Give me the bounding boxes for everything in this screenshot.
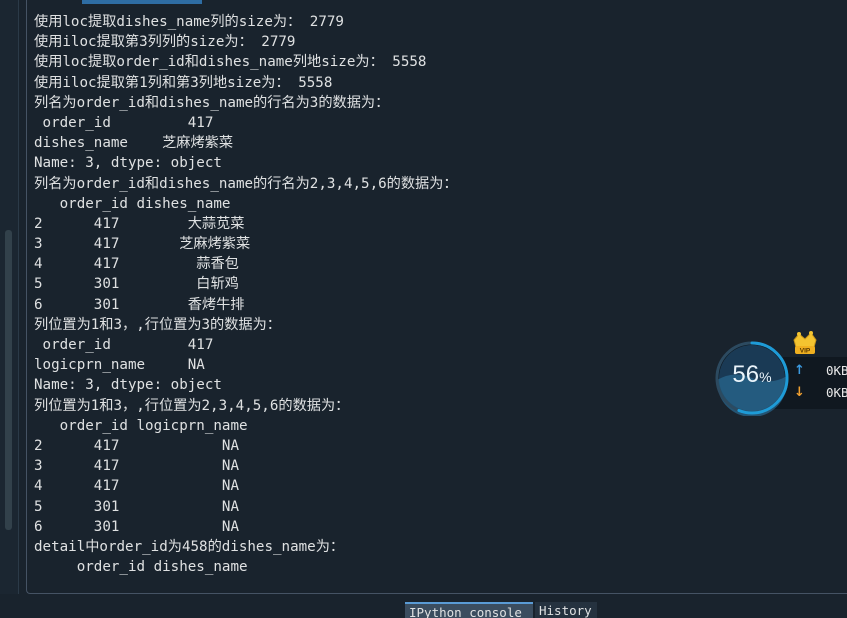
download-speed-row: ↓ 0KB/s	[794, 385, 847, 403]
gauge-percent-value: 56	[732, 361, 760, 388]
console-line: 5 301 NA	[34, 498, 239, 515]
console-line: detail中order_id为458的dishes_name为：	[34, 538, 345, 555]
left-pane-edge	[0, 0, 19, 618]
console-line: 使用iloc提取第1列和第3列地size为： 5558	[34, 74, 333, 91]
console-line: 列位置为1和3，,行位置为2,3,4,5,6的数据为：	[34, 397, 350, 414]
console-line: 2 417 NA	[34, 437, 239, 454]
vip-crown-icon: VIP	[793, 331, 817, 355]
console-line: 3 417 NA	[34, 458, 239, 475]
console-line: 3 417 芝麻烤紫菜	[34, 236, 251, 253]
console-line: 列名为order_id和dishes_name的行名为2,3,4,5,6的数据为…	[34, 175, 458, 192]
console-line: Name: 3, dtype: object	[34, 377, 222, 394]
console-line: 5 301 白斩鸡	[34, 276, 239, 293]
bottom-tab-bar: IPython console History	[0, 594, 847, 618]
console-line: order_id dishes_name	[34, 195, 231, 212]
left-scrollbar[interactable]	[5, 230, 12, 530]
upload-arrow-icon: ↑	[794, 363, 805, 378]
network-speed-widget[interactable]: 56% VIP ↑ 0KB/s ↓ 0KB/s	[714, 330, 847, 420]
console-text-area: 使用loc提取dishes_name列的size为： 2779 使用iloc提取第…	[34, 12, 458, 577]
download-arrow-icon: ↓	[794, 385, 805, 400]
gauge-percent-sign: %	[759, 369, 772, 385]
console-line: 列位置为1和3，,行位置为3的数据为：	[34, 316, 281, 333]
gauge-percent: 56%	[716, 361, 788, 389]
console-line: order_id 417	[34, 114, 214, 131]
console-line: logicprn_name NA	[34, 357, 205, 374]
upload-speed-row: ↑ 0KB/s	[794, 363, 847, 381]
console-line: 使用loc提取dishes_name列的size为： 2779	[34, 14, 344, 30]
tab-history[interactable]: History	[535, 602, 597, 618]
download-speed-value: 0KB/s	[826, 385, 847, 400]
console-line: order_id 417	[34, 337, 214, 353]
upload-speed-value: 0KB/s	[826, 363, 847, 378]
spyder-window: 使用loc提取dishes_name列的size为： 2779 使用iloc提取第…	[0, 0, 847, 618]
console-line: 使用iloc提取第3列列的size为： 2779	[34, 34, 296, 51]
console-line: 6 301 香烤牛排	[34, 296, 245, 313]
console-line: 4 417 NA	[34, 478, 239, 495]
console-line: 使用loc提取order_id和dishes_name列地size为： 5558	[34, 54, 427, 71]
console-line: 列名为order_id和dishes_name的行名为3的数据为：	[34, 94, 390, 111]
console-line: 6 301 NA	[34, 518, 239, 535]
console-line: order_id logicprn_name	[34, 417, 248, 434]
console-line: Name: 3, dtype: object	[34, 155, 222, 172]
console-line: 2 417 大蒜苋菜	[34, 215, 245, 232]
console-line: dishes_name 芝麻烤紫菜	[34, 135, 234, 152]
tab-ipython-console[interactable]: IPython console	[405, 602, 533, 618]
console-line: 4 417 蒜香包	[34, 256, 239, 273]
console-line: order_id dishes_name	[34, 559, 248, 576]
vip-badge-text: VIP	[800, 348, 811, 355]
ipython-console-output[interactable]: 使用loc提取dishes_name列的size为： 2779 使用iloc提取第…	[26, 0, 847, 594]
